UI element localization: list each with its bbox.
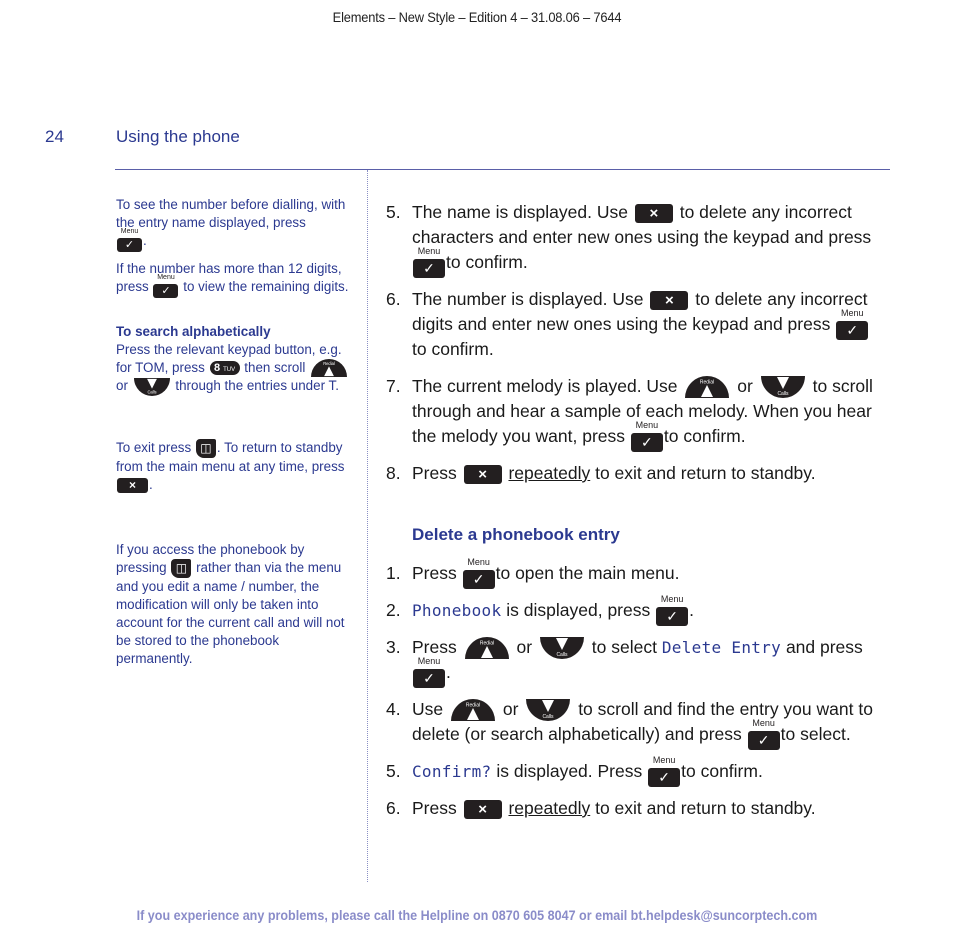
list-item: 7. The current melody is played. Use or … <box>386 376 873 452</box>
menu-key-icon: Menu ✓ <box>413 246 445 278</box>
scroll-down-icon <box>539 637 585 659</box>
cancel-key-icon: × <box>463 799 502 819</box>
cancel-key-icon: × <box>650 290 689 310</box>
phonebook-key-icon: ◫ <box>195 439 216 458</box>
lcd-text: Delete Entry <box>661 638 782 657</box>
lcd-text: Phonebook <box>412 601 502 620</box>
scroll-up-icon <box>450 699 496 721</box>
scroll-up-icon <box>464 637 510 659</box>
lcd-text: Confirm? <box>412 762 492 781</box>
menu-key-icon: Menu ✓ <box>656 594 689 626</box>
menu-key-icon: Menu ✓ <box>648 755 681 787</box>
column-divider <box>367 170 368 882</box>
delete-steps-list: 1. Press Menu ✓ to open the main menu. 2. … <box>386 556 886 821</box>
list-item: 4. Use or to scroll and find the entry y… <box>386 699 873 750</box>
menu-key-icon: Menu ✓ <box>747 718 780 750</box>
sidebar-note-access: If you access the phonebook by pressing … <box>116 542 345 666</box>
delete-entry-heading: Delete a phonebook entry <box>412 525 620 544</box>
sidebar-note-exit: To exit press ◫. To return to standby fr… <box>116 439 345 493</box>
page-number: 24 <box>45 127 64 146</box>
menu-key-icon: Menu ✓ <box>836 308 869 340</box>
edit-steps-list: 5. The name is displayed. Use × to delet… <box>386 200 886 486</box>
list-item: 6. The number is displayed. Use × to del… <box>386 289 869 359</box>
cancel-key-icon: × <box>634 203 673 223</box>
sidebar-note-long-number: If the number has more than 12 digits, p… <box>116 261 349 299</box>
section-title: Using the phone <box>116 127 240 146</box>
edition-header: Elements – New Style – Edition 4 – 31.08… <box>332 9 622 25</box>
scroll-up-icon <box>310 359 348 377</box>
helpline-footer: If you experience any problems, please c… <box>136 908 818 923</box>
scroll-down-icon <box>525 699 571 721</box>
sidebar-note-search: To search alphabetically Press the relev… <box>116 323 351 396</box>
menu-key-icon: Menu ✓ <box>630 420 663 452</box>
scroll-down-icon <box>133 378 171 396</box>
list-item: 1. Press Menu ✓ to open the main menu. <box>386 556 680 589</box>
menu-key-icon: Menu ✓ <box>153 274 179 299</box>
list-item: 5. Confirm? is displayed. Press Menu ✓ to … <box>386 754 763 787</box>
list-item: 2. Phonebook is displayed, press Menu ✓. <box>386 593 694 626</box>
key-8-icon: 8 TUV <box>209 361 240 376</box>
scroll-up-icon <box>684 376 730 398</box>
list-item: 3. Press or to select Delete Entry and p… <box>386 637 863 688</box>
cancel-key-icon: × <box>463 464 502 484</box>
search-heading: To search alphabetically <box>116 324 271 339</box>
list-item: 6. Press × repeatedly to exit and return… <box>386 798 816 819</box>
cancel-key-icon: × <box>117 477 148 493</box>
scroll-down-icon <box>760 376 806 398</box>
menu-key-icon: Menu ✓ <box>117 228 142 253</box>
menu-key-icon: Menu ✓ <box>462 557 495 589</box>
list-item: 5. The name is displayed. Use × to delet… <box>386 202 872 278</box>
menu-key-icon: Menu ✓ <box>413 656 445 688</box>
header-rule <box>115 169 890 170</box>
phonebook-key-icon: ◫ <box>171 559 192 578</box>
sidebar-note-see-number: To see the number before dialling, with … <box>116 197 346 253</box>
list-item: 8. Press × repeatedly to exit and return… <box>386 463 816 484</box>
